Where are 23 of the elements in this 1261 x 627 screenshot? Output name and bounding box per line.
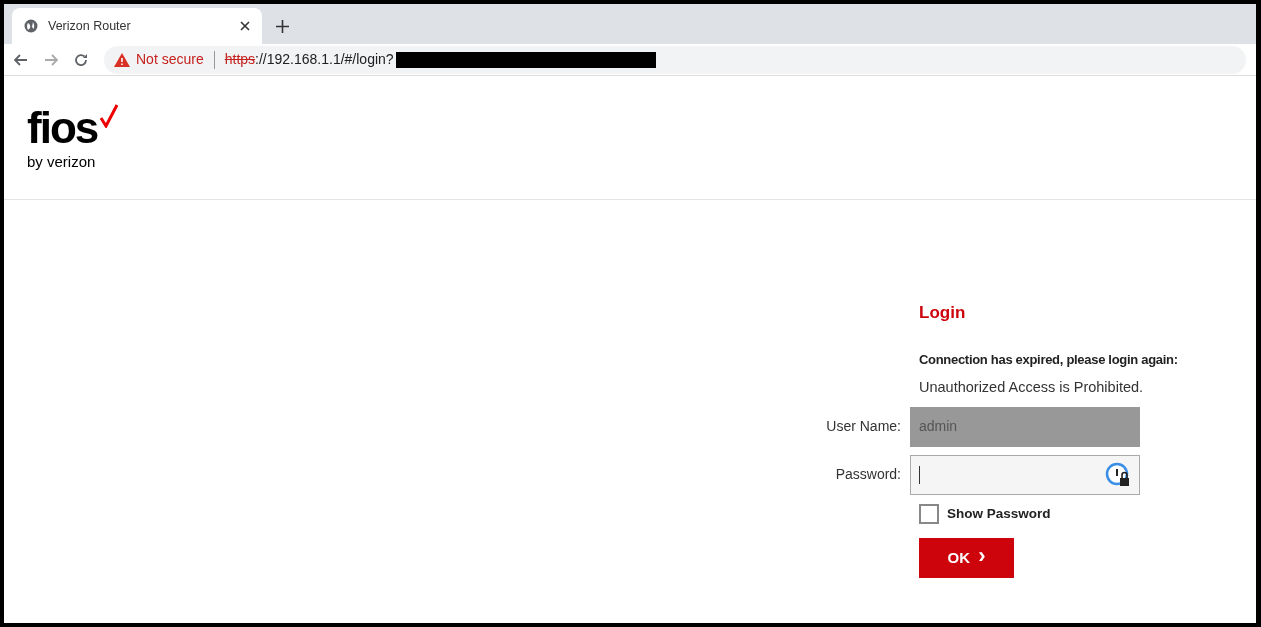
field-label: User Name:: [825, 417, 902, 437]
security-label: Not secure: [136, 50, 204, 69]
login-title: Login: [919, 302, 966, 324]
new-tab-icon[interactable]: [276, 20, 289, 33]
password-manager-icon[interactable]: [1105, 461, 1131, 488]
warning-icon: [114, 52, 130, 67]
back-icon[interactable]: [14, 53, 28, 66]
expired-message: Connection has expired, please login again:: [919, 350, 1178, 369]
close-icon[interactable]: [240, 21, 250, 31]
browser-tab[interactable]: Verizon Router: [12, 8, 262, 44]
check-icon: [99, 104, 120, 128]
ok-button[interactable]: OK ›: [919, 538, 1014, 578]
password-field[interactable]: [910, 454, 1140, 495]
logo-wordmark: fios: [27, 106, 98, 150]
checkbox-label: Show Password: [947, 504, 1051, 523]
field-label: Password:: [834, 465, 902, 485]
reload-icon[interactable]: [74, 52, 88, 67]
access-notice: Unauthorized Access is Prohibited.: [919, 378, 1144, 397]
logo-tagline: by verizon: [27, 154, 97, 169]
address-bar[interactable]: Not secure https://192.168.1.1/#/login?: [104, 45, 1246, 74]
url-text: https://192.168.1.1/#/login?: [224, 50, 394, 69]
show-password-checkbox[interactable]: [919, 503, 939, 524]
globe-icon: [24, 19, 38, 33]
